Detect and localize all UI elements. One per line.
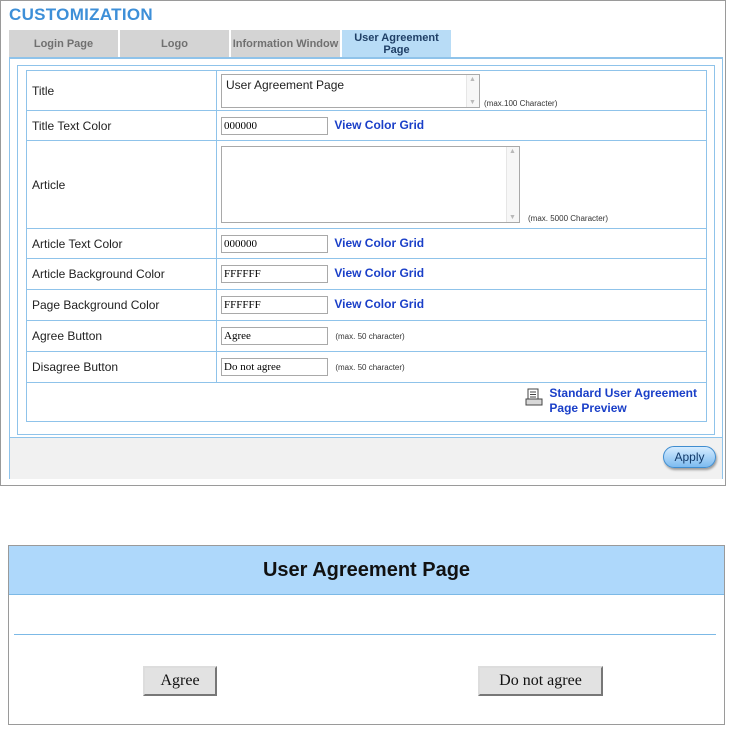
article-text-view-color-grid-link[interactable]: View Color Grid — [334, 236, 424, 250]
user-agreement-preview: User Agreement Page Agree Do not agree — [8, 545, 725, 725]
title-label: Title — [26, 70, 217, 111]
settings-box: Title User Agreement Page ▲ ▼ (max.100 Ch… — [17, 65, 715, 435]
preview-agree-button[interactable]: Agree — [143, 666, 217, 696]
article-bg-color-label: Article Background Color — [26, 258, 217, 290]
tab-content-panel: Title User Agreement Page ▲ ▼ (max.100 Ch… — [9, 59, 723, 479]
disagree-button-hint: (max. 50 character) — [335, 363, 405, 372]
agree-button-row: Agree Button (max. 50 character) — [26, 320, 707, 352]
preview-link-row: Standard User Agreement Page Preview — [26, 382, 707, 422]
article-hint: (max. 5000 Character) — [528, 214, 609, 223]
article-scrollbar[interactable]: ▲ ▼ — [506, 147, 519, 222]
page-title: CUSTOMIZATION — [9, 5, 153, 24]
article-text-color-input[interactable] — [221, 234, 328, 253]
apply-button[interactable]: Apply — [663, 446, 716, 468]
tab-logo[interactable]: Logo — [120, 30, 229, 57]
disagree-button-label: Disagree Button — [26, 351, 217, 383]
title-text-color-row: Title Text Color View Color Grid — [26, 110, 707, 141]
tab-login-page[interactable]: Login Page — [9, 30, 118, 57]
preview-link-line2: Page Preview — [549, 401, 627, 415]
agree-button-hint: (max. 50 character) — [335, 332, 405, 341]
customization-window: CUSTOMIZATION Login Page Logo Informatio… — [0, 0, 726, 486]
article-text-color-row: Article Text Color View Color Grid — [26, 228, 707, 259]
title-row: Title User Agreement Page ▲ ▼ (max.100 Ch… — [26, 70, 707, 111]
document-icon — [525, 388, 543, 406]
title-view-color-grid-link[interactable]: View Color Grid — [334, 118, 424, 132]
settings-table: Title User Agreement Page ▲ ▼ (max.100 Ch… — [26, 70, 707, 422]
article-textarea[interactable]: ▲ ▼ — [221, 146, 520, 223]
tab-user-agreement-page[interactable]: User Agreement Page — [342, 30, 451, 57]
title-hint: (max.100 Character) — [484, 98, 558, 108]
preview-title-bar: User Agreement Page — [9, 546, 724, 595]
preview-title: User Agreement Page — [262, 558, 471, 581]
title-textarea-text: User Agreement Page — [226, 77, 345, 92]
page-bg-color-row: Page Background Color View Color Grid — [26, 289, 707, 321]
article-label: Article — [26, 140, 217, 229]
agree-button-input[interactable] — [221, 327, 328, 345]
standard-preview-link[interactable]: Standard User Agreement Page Preview — [525, 386, 697, 416]
page-bg-color-label: Page Background Color — [26, 289, 217, 321]
title-text-color-input[interactable] — [221, 116, 328, 135]
disagree-button-row: Disagree Button (max. 50 character) — [26, 351, 707, 383]
agree-button-label: Agree Button — [26, 320, 217, 352]
preview-link-line1: Standard User Agreement — [549, 386, 697, 400]
preview-divider — [14, 634, 716, 635]
title-text-color-label: Title Text Color — [26, 110, 217, 141]
article-bg-color-input[interactable] — [221, 265, 328, 283]
footer-bar: Apply — [10, 437, 722, 479]
preview-disagree-button[interactable]: Do not agree — [478, 666, 603, 696]
page-bg-view-color-grid-link[interactable]: View Color Grid — [334, 297, 424, 311]
page-bg-color-input[interactable] — [221, 296, 328, 314]
title-value-cell: User Agreement Page ▲ ▼ (max.100 Characte… — [216, 70, 707, 111]
title-textarea[interactable]: User Agreement Page ▲ ▼ — [221, 73, 480, 108]
tab-information-window[interactable]: Information Window — [231, 30, 340, 57]
article-bg-view-color-grid-link[interactable]: View Color Grid — [334, 266, 424, 280]
article-bg-color-row: Article Background Color View Color Grid — [26, 258, 707, 290]
title-scrollbar[interactable]: ▲ ▼ — [466, 74, 479, 107]
article-text-color-label: Article Text Color — [26, 228, 217, 259]
article-row: Article ▲ ▼ (max. 5000 Character) — [26, 140, 707, 229]
disagree-button-input[interactable] — [221, 358, 328, 376]
